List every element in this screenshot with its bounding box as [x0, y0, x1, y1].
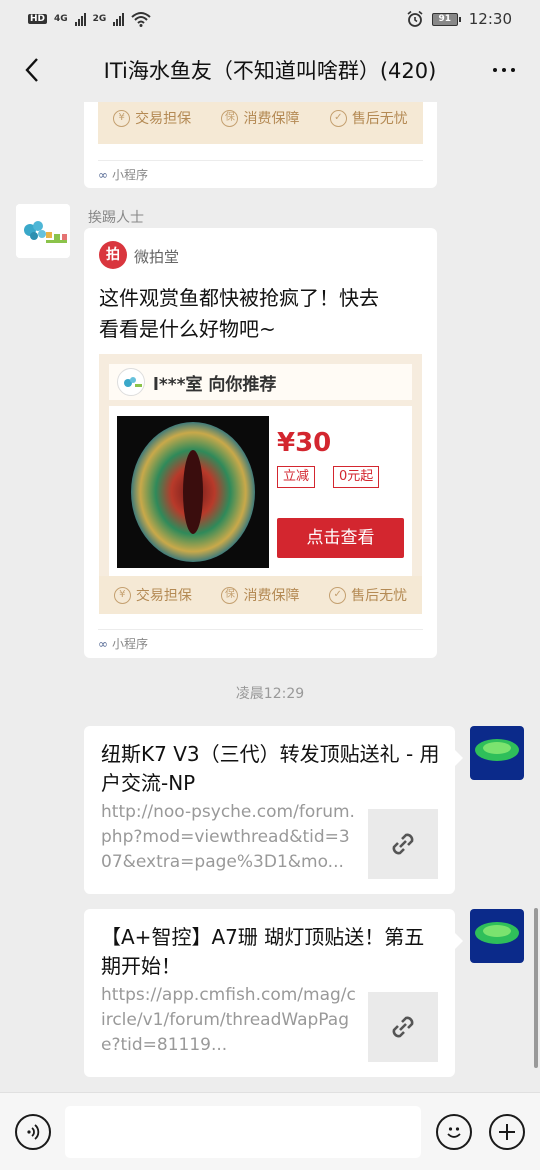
weipaitang-logo-icon: 拍 [99, 241, 127, 269]
net1-label: 4G [54, 14, 68, 24]
status-left: HD 4G 2G [28, 11, 151, 27]
source-name: 微拍堂 [134, 248, 180, 266]
emoji-button[interactable] [436, 1114, 472, 1150]
assurance-item: 保消费保障 [221, 585, 299, 605]
card-title: 这件观赏鱼都快被抢疯了！快去 看看是什么好物吧~ [99, 286, 379, 341]
price-label: ¥30 [277, 428, 332, 458]
net2-label: 2G [92, 14, 107, 24]
sender-name: 挨踢人士 [88, 210, 144, 226]
link-message[interactable]: 纽斯K7 V3（三代）转发顶贴送礼 - 用户交流-NP http://noo-p… [84, 726, 463, 894]
mini-program-icon: ∞ [98, 167, 108, 182]
mini-program-tag: ∞ 小程序 [98, 636, 149, 652]
guarantee-icon: 保 [221, 586, 239, 604]
coral-photo [117, 416, 269, 568]
more-dot-icon [493, 68, 497, 72]
scrollbar[interactable] [534, 908, 538, 1068]
promo-header-text: l***室 向你推荐 [153, 374, 277, 395]
status-right: 91 12:30 [406, 10, 512, 28]
shield-icon: ¥ [113, 586, 131, 604]
signal-icon-2 [113, 12, 125, 26]
battery-level: 91 [431, 12, 458, 26]
promo-header: l***室 向你推荐 [109, 364, 412, 400]
timestamp: 凌晨12:29 [235, 686, 305, 702]
thumb-icon: ✓ [329, 109, 347, 127]
plus-icon [499, 1124, 515, 1140]
link-title: 纽斯K7 V3（三代）转发顶贴送礼 - 用户交流-NP [101, 742, 440, 795]
shop-logo-icon [117, 368, 145, 396]
view-button[interactable]: 点击查看 [277, 518, 404, 558]
thumb-icon: ✓ [329, 586, 347, 604]
shield-icon: ¥ [113, 109, 131, 127]
mini-program-icon: ∞ [98, 636, 108, 651]
assurance-item: ¥ 交易担保 [113, 108, 191, 128]
chat-title: ITi海水鱼友（不知道叫啥群）(420) [103, 59, 437, 83]
assurance-strip: ¥ 交易担保 保消费保障 ✓ 售后无忧 [98, 102, 423, 144]
message-list[interactable]: ¥ 交易担保 保消费保障 ✓ 售后无忧 ∞ 小程序 挨踢人士 拍 微拍堂 这件观赏鱼都… [0, 102, 540, 1092]
link-thumbnail [368, 992, 438, 1062]
alarm-icon [407, 10, 423, 27]
status-time: 12:30 [468, 10, 512, 28]
guarantee-icon: 保 [221, 109, 239, 127]
start-price-badge: 0元起 [333, 466, 380, 488]
link-thumbnail [368, 809, 438, 879]
message-input[interactable] [65, 1106, 421, 1158]
mini-program-card-partial[interactable]: ¥ 交易担保 保消费保障 ✓ 售后无忧 ∞ 小程序 [84, 102, 437, 188]
input-bar [0, 1092, 540, 1170]
coral-logo-icon [16, 204, 70, 258]
link-title: 【A+智控】A7珊 瑚灯顶贴送！第五期开始！ [101, 925, 425, 978]
avatar-self[interactable] [470, 909, 524, 963]
wifi-icon [131, 12, 151, 27]
back-button[interactable] [14, 52, 50, 88]
emoji-icon [447, 1127, 461, 1138]
more-button[interactable] [486, 52, 522, 88]
promo-body: ¥30 立减 0元起 点击查看 [109, 406, 412, 576]
coral-avatar-icon [470, 909, 524, 963]
chat-header: ITi海水鱼友（不知道叫啥群）(420) [0, 38, 540, 102]
assurance-item: 保消费保障 [221, 108, 299, 128]
divider [98, 160, 423, 161]
discount-badge: 立减 [277, 466, 316, 488]
link-url: http://noo-psyche.com/forum.php?mod=view… [101, 802, 355, 872]
more-dot-icon [511, 68, 515, 72]
link-url: https://app.cmfish.com/mag/circle/v1/for… [101, 985, 356, 1055]
voice-button[interactable] [15, 1114, 51, 1150]
mini-program-tag: ∞ 小程序 [98, 167, 149, 183]
link-message[interactable]: 【A+智控】A7珊 瑚灯顶贴送！第五期开始！ https://app.cmfis… [84, 909, 463, 1077]
link-icon [392, 833, 414, 855]
mini-program-card[interactable]: 拍 微拍堂 这件观赏鱼都快被抢疯了！快去 看看是什么好物吧~ l***室 向你推… [84, 228, 437, 658]
assurance-item: ✓ 售后无忧 [329, 585, 407, 605]
assurance-strip: ¥ 交易担保 保消费保障 ✓ 售后无忧 [99, 576, 422, 614]
plus-button[interactable] [489, 1114, 525, 1150]
coral-avatar-icon [470, 726, 524, 780]
assurance-item: ✓ 售后无忧 [329, 108, 408, 128]
link-icon [392, 1016, 414, 1038]
more-dot-icon [502, 68, 506, 72]
voice-icon [27, 1124, 40, 1140]
divider [98, 629, 423, 630]
promo-image[interactable]: l***室 向你推荐 ¥30 立减 0元起 点击查看 ¥ 交易担保 保 消费保障… [99, 354, 422, 614]
avatar-self[interactable] [470, 726, 524, 780]
signal-icon [74, 12, 86, 26]
status-bar: HD 4G 2G 91 12:30 [0, 0, 540, 38]
avatar-sender[interactable] [16, 204, 70, 258]
assurance-item: ¥ 交易担保 [113, 585, 192, 605]
battery-icon: 91 [431, 12, 461, 26]
hd-indicator: HD [28, 14, 48, 24]
back-arrow-icon [25, 58, 38, 82]
